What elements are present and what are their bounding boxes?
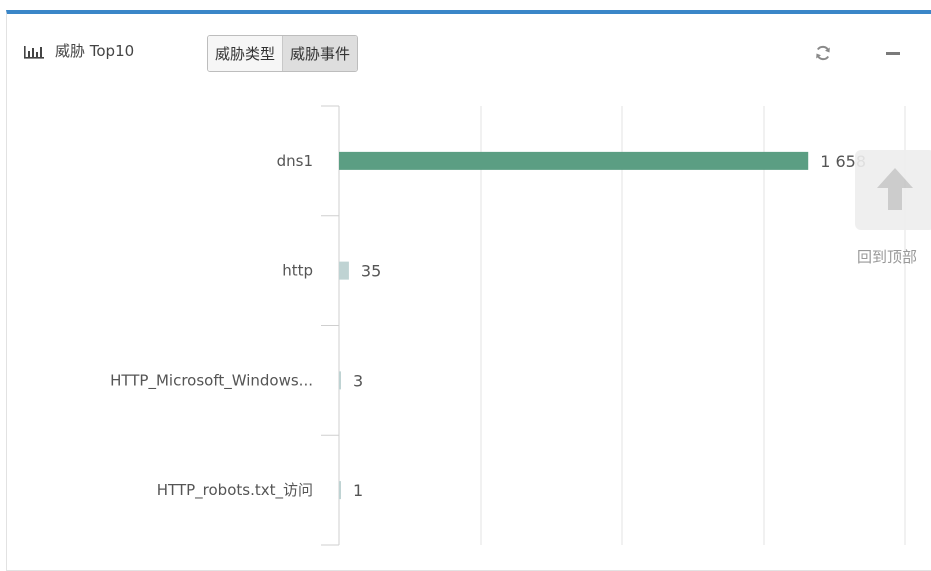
chart-labels: dns1 1 658http 35HTTP_Microsoft_Windows...… xyxy=(110,152,866,500)
value-label: 1 xyxy=(353,481,363,500)
value-label: 35 xyxy=(361,262,381,281)
category-label: dns1 xyxy=(277,152,313,170)
category-label: HTTP_Microsoft_Windows... xyxy=(110,371,313,390)
value-label: 3 xyxy=(353,371,363,390)
back-to-top-button[interactable]: 回到顶部 xyxy=(847,150,931,280)
category-label: HTTP_robots.txt_访问 xyxy=(157,481,313,500)
arrow-up-icon xyxy=(877,168,913,210)
chart-bars xyxy=(339,151,809,500)
bar-1[interactable] xyxy=(339,261,349,280)
back-to-top-label: 回到顶部 xyxy=(857,248,918,266)
threat-bar-chart: dns1 1 658http 35HTTP_Microsoft_Windows...… xyxy=(110,105,906,546)
bar-2[interactable] xyxy=(339,371,341,390)
back-to-top-box xyxy=(855,150,931,230)
category-label: http xyxy=(282,262,313,280)
bar-3[interactable] xyxy=(339,481,341,500)
chart-grid xyxy=(480,106,906,545)
bar-0[interactable] xyxy=(339,151,809,170)
chart-y-axis xyxy=(321,105,340,546)
